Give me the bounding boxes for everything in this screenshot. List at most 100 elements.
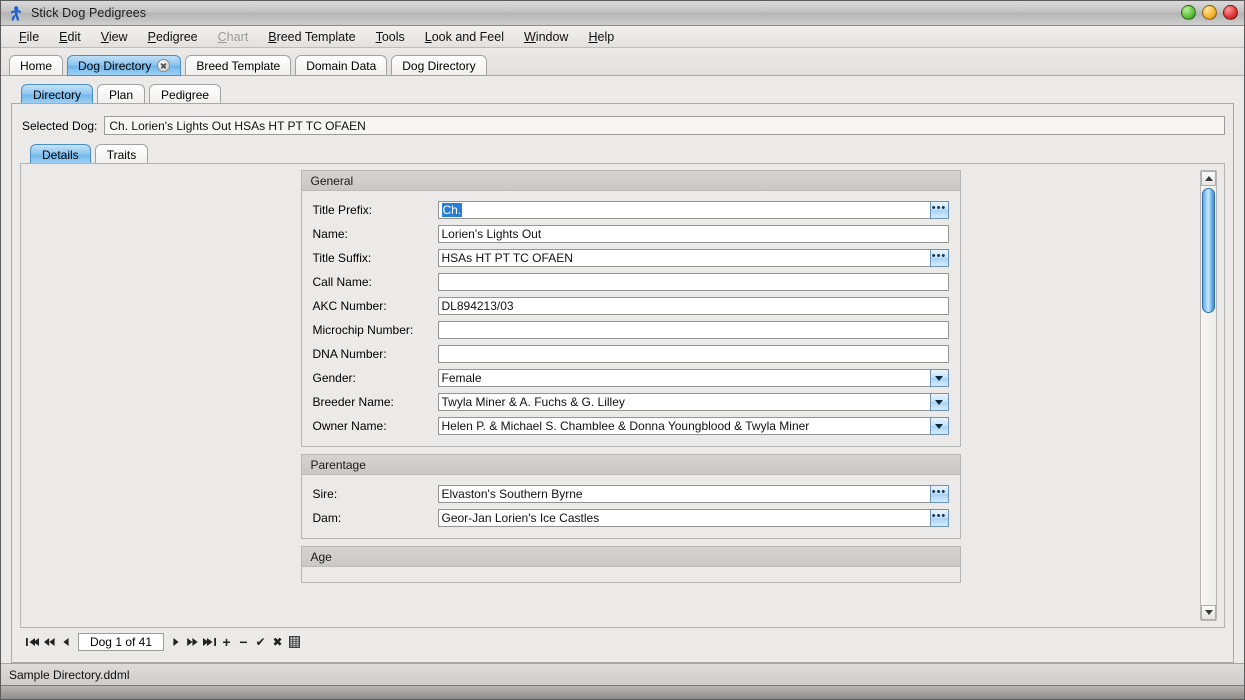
input-breeder-name[interactable]: Twyla Miner & A. Fuchs & G. Lilley xyxy=(438,393,930,411)
ellipsis-button[interactable]: ••• xyxy=(930,485,949,503)
menu-item-pedigree[interactable]: Pedigree xyxy=(138,28,208,46)
selected-dog-field[interactable]: Ch. Lorien's Lights Out HSAs HT PT TC OF… xyxy=(104,116,1225,135)
detail-tab-label: Details xyxy=(42,148,79,162)
record-position[interactable]: Dog 1 of 41 xyxy=(78,633,164,651)
input-dna-number[interactable] xyxy=(438,345,949,363)
field-label: Name: xyxy=(313,227,438,241)
menu-item-window[interactable]: Window xyxy=(514,28,578,46)
input-sire[interactable]: Elvaston's Southern Byrne xyxy=(438,485,930,503)
maximize-button[interactable] xyxy=(1202,5,1217,20)
form-row: Gender:Female xyxy=(313,366,949,390)
window-bottom-strip xyxy=(1,685,1244,699)
input-name[interactable]: Lorien's Lights Out xyxy=(438,225,949,243)
group-title: Age xyxy=(302,547,960,567)
next-page-button[interactable] xyxy=(184,633,201,651)
main-content: DirectoryPlan Pedigree Selected Dog: Ch. … xyxy=(1,76,1244,663)
field-control: Twyla Miner & A. Fuchs & G. Lilley xyxy=(438,393,949,411)
document-tab-bar: Home Dog Directory Breed TemplateDomain Da… xyxy=(1,48,1244,76)
input-akc-number[interactable]: DL894213/03 xyxy=(438,297,949,315)
menu-item-look-and-feel[interactable]: Look and Feel xyxy=(415,28,514,46)
close-button[interactable] xyxy=(1223,5,1238,20)
document-tab-breed-template[interactable]: Breed Template xyxy=(185,55,291,76)
last-record-button[interactable] xyxy=(201,633,218,651)
input-title-suffix[interactable]: HSAs HT PT TC OFAEN xyxy=(438,249,930,267)
menu-item-tools[interactable]: Tools xyxy=(366,28,415,46)
ellipsis-button[interactable]: ••• xyxy=(930,201,949,219)
stick-dog-icon xyxy=(7,5,24,22)
view-tab-bar: DirectoryPlan Pedigree xyxy=(11,84,1234,104)
view-tab-plan[interactable]: Plan xyxy=(97,84,145,104)
group-body xyxy=(302,567,960,582)
form-row: Call Name: xyxy=(313,270,949,294)
menu-item-breed-template[interactable]: Breed Template xyxy=(258,28,365,46)
scrollbar-track[interactable] xyxy=(1201,186,1216,605)
group-parentage: ParentageSire:Elvaston's Southern Byrne•… xyxy=(301,454,961,539)
input-dam[interactable]: Geor-Jan Lorien's Ice Castles xyxy=(438,509,930,527)
next-record-button[interactable] xyxy=(167,633,184,651)
chevron-down-glyph xyxy=(935,376,943,381)
document-tab-home[interactable]: Home xyxy=(9,55,63,76)
commit-record-button[interactable]: ✔ xyxy=(252,633,269,651)
previous-page-button[interactable] xyxy=(41,633,58,651)
form-row: Owner Name:Helen P. & Michael S. Chamble… xyxy=(313,414,949,438)
document-tab-dog-directory[interactable]: Dog Directory xyxy=(391,55,486,76)
scroll-up-button[interactable] xyxy=(1201,171,1216,186)
chevron-down-icon[interactable] xyxy=(930,417,949,435)
view-tab-pedigree[interactable]: Pedigree xyxy=(149,84,221,104)
input-owner-name[interactable]: Helen P. & Michael S. Chamblee & Donna Y… xyxy=(438,417,930,435)
add-record-button[interactable]: + xyxy=(218,633,235,651)
form-row: Breeder Name:Twyla Miner & A. Fuchs & G.… xyxy=(313,390,949,414)
document-tab-dog-directory[interactable]: Dog Directory xyxy=(67,55,181,76)
input-gender[interactable]: Female xyxy=(438,369,930,387)
directory-panel: Selected Dog: Ch. Lorien's Lights Out HS… xyxy=(11,103,1234,663)
field-control: Ch.••• xyxy=(438,201,949,219)
field-control xyxy=(438,321,949,339)
detail-tab-details[interactable]: Details xyxy=(30,144,91,164)
first-record-button[interactable] xyxy=(24,633,41,651)
minimize-button[interactable] xyxy=(1181,5,1196,20)
field-label: Call Name: xyxy=(313,275,438,289)
menu-item-file[interactable]: File xyxy=(9,28,49,46)
document-tab-domain-data[interactable]: Domain Data xyxy=(295,55,387,76)
chevron-down-icon[interactable] xyxy=(930,393,949,411)
ellipsis-button[interactable]: ••• xyxy=(930,509,949,527)
form-vertical-scrollbar[interactable] xyxy=(1200,170,1217,621)
field-control: Female xyxy=(438,369,949,387)
field-label: Owner Name: xyxy=(313,419,438,433)
grid-view-button[interactable] xyxy=(286,633,303,651)
ellipsis-button[interactable]: ••• xyxy=(930,249,949,267)
close-icon[interactable] xyxy=(157,59,170,72)
remove-record-button[interactable]: − xyxy=(235,633,252,651)
scrollbar-thumb[interactable] xyxy=(1202,188,1215,313)
view-tab-label: Pedigree xyxy=(161,88,209,102)
form-row: Title Suffix:HSAs HT PT TC OFAEN••• xyxy=(313,246,949,270)
field-control xyxy=(438,273,949,291)
form-row: Microchip Number: xyxy=(313,318,949,342)
menu-item-edit[interactable]: Edit xyxy=(49,28,91,46)
group-body: Title Prefix:Ch.•••Name:Lorien's Lights … xyxy=(302,191,960,446)
cancel-record-button[interactable]: ✖ xyxy=(269,633,286,651)
detail-tab-traits[interactable]: Traits xyxy=(95,144,149,164)
previous-record-button[interactable] xyxy=(58,633,75,651)
view-tab-directory[interactable]: Directory xyxy=(21,84,93,104)
field-control xyxy=(438,345,949,363)
form-row: Sire:Elvaston's Southern Byrne••• xyxy=(313,482,949,506)
input-microchip-number[interactable] xyxy=(438,321,949,339)
input-title-prefix[interactable]: Ch. xyxy=(438,201,930,219)
record-navigator: Dog 1 of 41 + − ✔ ✖ xyxy=(24,632,1225,652)
menu-item-view[interactable]: View xyxy=(91,28,138,46)
status-filename: Sample Directory.ddml xyxy=(9,668,129,682)
form-row: Name:Lorien's Lights Out xyxy=(313,222,949,246)
document-tab-label: Dog Directory xyxy=(78,59,151,73)
chevron-down-icon[interactable] xyxy=(930,369,949,387)
field-control: HSAs HT PT TC OFAEN••• xyxy=(438,249,949,267)
menu-item-help[interactable]: Help xyxy=(578,28,624,46)
group-age: Age xyxy=(301,546,961,583)
document-tab-label: Dog Directory xyxy=(402,59,475,73)
input-call-name[interactable] xyxy=(438,273,949,291)
scroll-down-button[interactable] xyxy=(1201,605,1216,620)
details-panel: GeneralTitle Prefix:Ch.•••Name:Lorien's … xyxy=(20,163,1225,628)
field-label: AKC Number: xyxy=(313,299,438,313)
field-label: Microchip Number: xyxy=(313,323,438,337)
form-groups: GeneralTitle Prefix:Ch.•••Name:Lorien's … xyxy=(301,170,961,627)
